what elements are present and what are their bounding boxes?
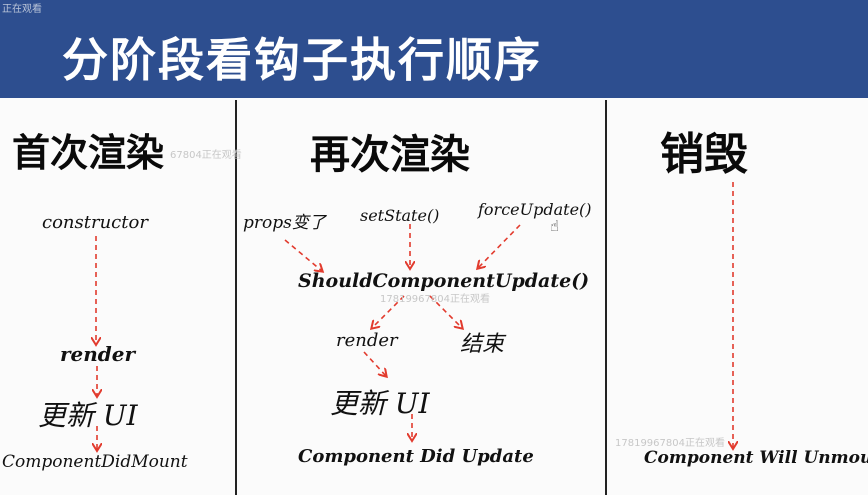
arrow-forceupdate-to-should-update — [478, 224, 521, 268]
label-update-ui-second: 更新 UI — [330, 387, 430, 420]
arrow-props-to-should-update — [284, 239, 322, 271]
label-component-did-update: Component Did Update — [298, 446, 534, 467]
watermark-1: 67804正在观看 — [170, 150, 242, 161]
label-render-second: render — [336, 330, 398, 351]
label-update-ui-first: 更新 UI — [38, 399, 138, 432]
arrow-render-to-update-ui — [363, 351, 386, 376]
label-set-state: setState() — [360, 206, 440, 225]
label-constructor: constructor — [42, 212, 148, 233]
watermark-3: 17819967804正在观看 — [615, 438, 725, 449]
label-component-did-mount: ComponentDidMount — [2, 452, 188, 472]
heading-unmount: 销毁 — [660, 129, 748, 180]
label-props-change: props变了 — [243, 213, 326, 233]
label-should-component-update: ShouldComponentUpdate() — [298, 270, 590, 292]
watermark-2: 17819967804正在观看 — [380, 294, 490, 305]
label-force-update: forceUpdate() — [478, 200, 592, 219]
hand-cursor-icon: ☝ — [550, 217, 560, 235]
label-end: 结束 — [460, 332, 505, 357]
label-component-will-unmount: Component Will Unmount — [644, 448, 868, 468]
heading-re-render: 再次渲染 — [310, 132, 470, 178]
label-render-first: render — [60, 342, 136, 366]
heading-first-render: 首次渲染 — [12, 131, 165, 175]
